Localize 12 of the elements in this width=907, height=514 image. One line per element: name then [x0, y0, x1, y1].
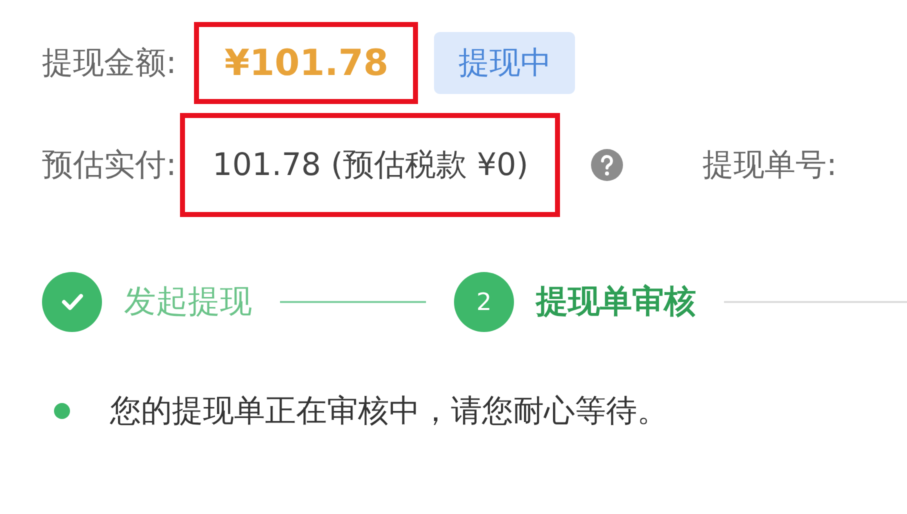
help-icon[interactable]: [590, 148, 624, 182]
estimate-value: 101.78 (预估税款 ¥0): [180, 113, 560, 217]
status-badge: 提现中: [434, 32, 576, 94]
amount-value: ¥101.78: [194, 22, 418, 104]
bullet-dot: [54, 403, 70, 419]
field-label: 预估实付:: [42, 146, 176, 185]
status-message: 您的提现单正在审核中，请您耐心等待。: [110, 392, 668, 431]
step-label: 发起提现: [124, 281, 252, 322]
field-label: 提现单号:: [702, 146, 837, 185]
step-label: 提现单审核: [536, 281, 696, 322]
field-label: 提现金额:: [42, 44, 176, 83]
step-number: 2: [454, 272, 514, 332]
